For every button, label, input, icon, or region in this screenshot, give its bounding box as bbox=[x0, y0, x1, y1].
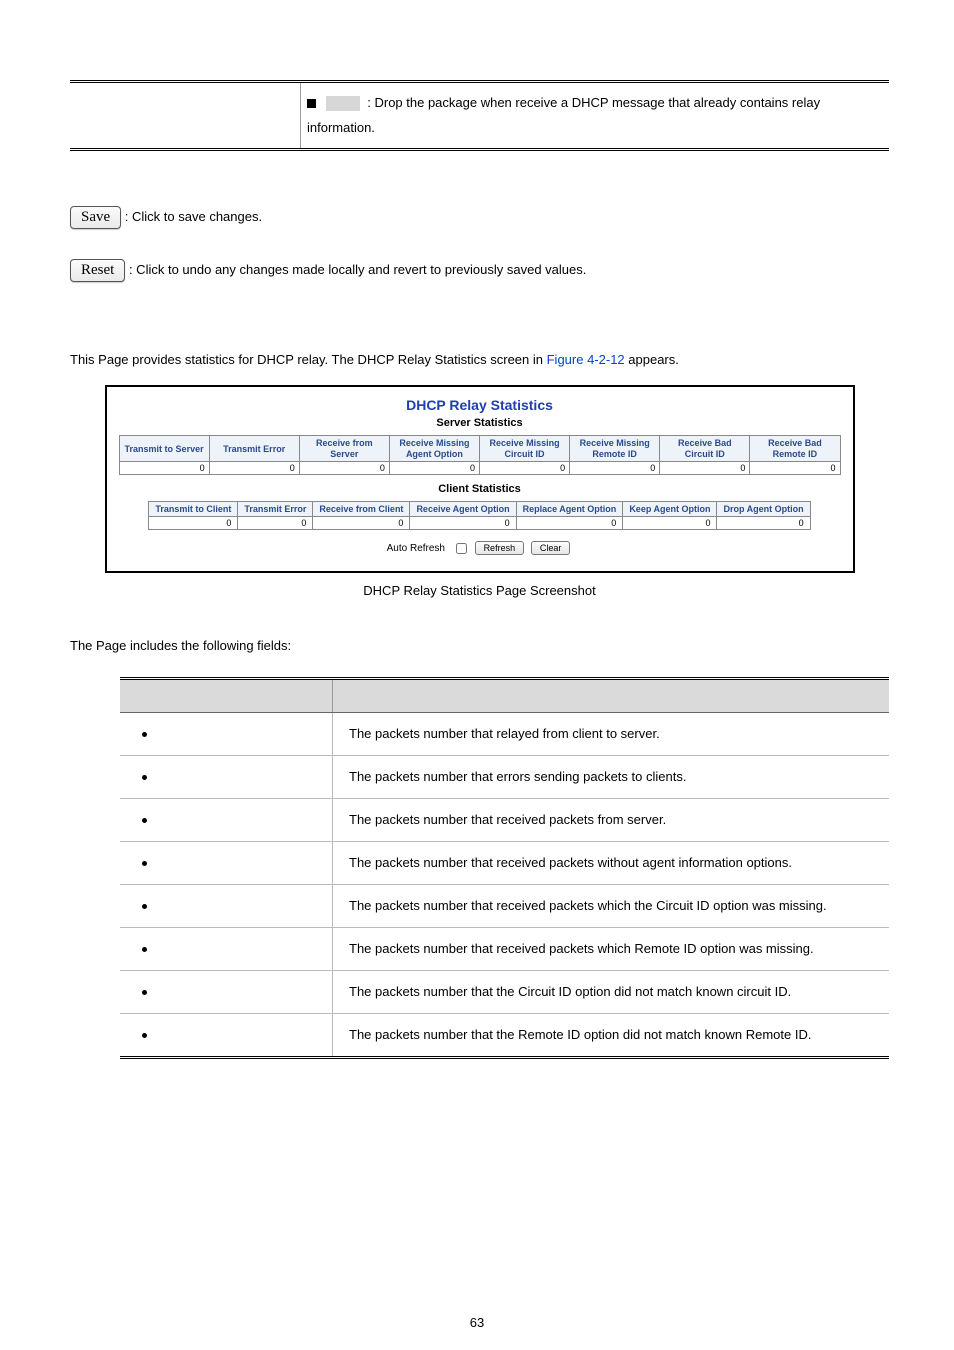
table-row: The packets number that relayed from cli… bbox=[120, 713, 889, 756]
field-bullet-cell bbox=[120, 971, 333, 1014]
server-cell: 0 bbox=[209, 462, 299, 475]
bullet-icon bbox=[142, 861, 147, 866]
client-col-header: Drop Agent Option bbox=[717, 502, 810, 517]
square-bullet-icon bbox=[307, 99, 316, 108]
server-col-header: Receive from Server bbox=[299, 436, 389, 462]
page-number: 63 bbox=[0, 1315, 954, 1330]
bullet-icon bbox=[142, 775, 147, 780]
field-description: The packets number that relayed from cli… bbox=[333, 713, 890, 756]
screenshot-caption: DHCP Relay Statistics Page Screenshot bbox=[70, 583, 889, 598]
bullet-icon bbox=[142, 990, 147, 995]
dhcp-relay-statistics-screenshot: DHCP Relay Statistics Server Statistics … bbox=[105, 385, 855, 573]
client-stats-table: Transmit to ClientTransmit ErrorReceive … bbox=[148, 501, 810, 530]
table-row: The packets number that received packets… bbox=[120, 799, 889, 842]
client-col-header: Replace Agent Option bbox=[516, 502, 623, 517]
fields-intro: The Page includes the following fields: bbox=[70, 638, 889, 653]
client-cell: 0 bbox=[516, 517, 623, 530]
field-bullet-cell bbox=[120, 799, 333, 842]
field-description: The packets number that received packets… bbox=[333, 885, 890, 928]
server-cell: 0 bbox=[299, 462, 389, 475]
server-cell: 0 bbox=[750, 462, 840, 475]
server-col-header: Receive Missing Circuit ID bbox=[480, 436, 570, 462]
bullet-icon bbox=[142, 904, 147, 909]
field-description: The packets number that the Remote ID op… bbox=[333, 1014, 890, 1058]
table-row: The packets number that received packets… bbox=[120, 928, 889, 971]
server-cell: 0 bbox=[660, 462, 750, 475]
field-bullet-cell bbox=[120, 713, 333, 756]
field-bullet-cell bbox=[120, 1014, 333, 1058]
reset-button[interactable]: Reset bbox=[70, 259, 125, 282]
intro-paragraph: This Page provides statistics for DHCP r… bbox=[70, 352, 889, 367]
server-cell: 0 bbox=[570, 462, 660, 475]
client-cell: 0 bbox=[623, 517, 717, 530]
bullet-icon bbox=[142, 947, 147, 952]
client-col-header: Keep Agent Option bbox=[623, 502, 717, 517]
client-col-header: Transmit Error bbox=[238, 502, 313, 517]
field-bullet-cell bbox=[120, 842, 333, 885]
field-description: The packets number that received packets… bbox=[333, 842, 890, 885]
field-description: The packets number that errors sending p… bbox=[333, 756, 890, 799]
server-col-header: Transmit to Server bbox=[119, 436, 209, 462]
server-col-header: Receive Bad Remote ID bbox=[750, 436, 840, 462]
auto-refresh-checkbox[interactable] bbox=[456, 543, 467, 554]
bullet-icon bbox=[142, 732, 147, 737]
table-row: The packets number that the Remote ID op… bbox=[120, 1014, 889, 1058]
client-cell: 0 bbox=[238, 517, 313, 530]
fields-table: The packets number that relayed from cli… bbox=[120, 677, 889, 1059]
client-cell: 0 bbox=[313, 517, 410, 530]
server-cell: 0 bbox=[480, 462, 570, 475]
table-row: The packets number that the Circuit ID o… bbox=[120, 971, 889, 1014]
field-description: The packets number that the Circuit ID o… bbox=[333, 971, 890, 1014]
drop-chip bbox=[326, 96, 360, 111]
client-stats-subtitle: Client Statistics bbox=[119, 483, 841, 495]
client-cell: 0 bbox=[149, 517, 238, 530]
server-col-header: Transmit Error bbox=[209, 436, 299, 462]
bullet-icon bbox=[142, 1033, 147, 1038]
client-col-header: Transmit to Client bbox=[149, 502, 238, 517]
drop-text: : Drop the package when receive a DHCP m… bbox=[307, 95, 820, 135]
save-help-text: : Click to save changes. bbox=[125, 209, 262, 224]
server-cell: 0 bbox=[119, 462, 209, 475]
client-cell: 0 bbox=[717, 517, 810, 530]
figure-link[interactable]: Figure 4-2-12 bbox=[547, 352, 625, 367]
save-button[interactable]: Save bbox=[70, 206, 121, 229]
server-col-header: Receive Bad Circuit ID bbox=[660, 436, 750, 462]
shot-title: DHCP Relay Statistics bbox=[119, 397, 841, 413]
table-row: The packets number that errors sending p… bbox=[120, 756, 889, 799]
reset-help-text: : Click to undo any changes made locally… bbox=[129, 262, 586, 277]
auto-refresh-label: Auto Refresh bbox=[387, 543, 445, 554]
table-row: The packets number that received packets… bbox=[120, 885, 889, 928]
server-stats-table: Transmit to ServerTransmit ErrorReceive … bbox=[119, 435, 841, 475]
server-col-header: Receive Missing Remote ID bbox=[570, 436, 660, 462]
bullet-icon bbox=[142, 818, 147, 823]
table-row: The packets number that received packets… bbox=[120, 842, 889, 885]
field-bullet-cell bbox=[120, 928, 333, 971]
field-bullet-cell bbox=[120, 756, 333, 799]
server-stats-subtitle: Server Statistics bbox=[119, 417, 841, 429]
field-description: The packets number that received packets… bbox=[333, 928, 890, 971]
field-bullet-cell bbox=[120, 885, 333, 928]
client-col-header: Receive Agent Option bbox=[410, 502, 516, 517]
field-description: The packets number that received packets… bbox=[333, 799, 890, 842]
client-col-header: Receive from Client bbox=[313, 502, 410, 517]
client-cell: 0 bbox=[410, 517, 516, 530]
relay-policy-table: : Drop the package when receive a DHCP m… bbox=[70, 80, 889, 151]
refresh-button[interactable]: Refresh bbox=[475, 541, 525, 555]
clear-button[interactable]: Clear bbox=[531, 541, 571, 555]
server-cell: 0 bbox=[389, 462, 479, 475]
server-col-header: Receive Missing Agent Option bbox=[389, 436, 479, 462]
